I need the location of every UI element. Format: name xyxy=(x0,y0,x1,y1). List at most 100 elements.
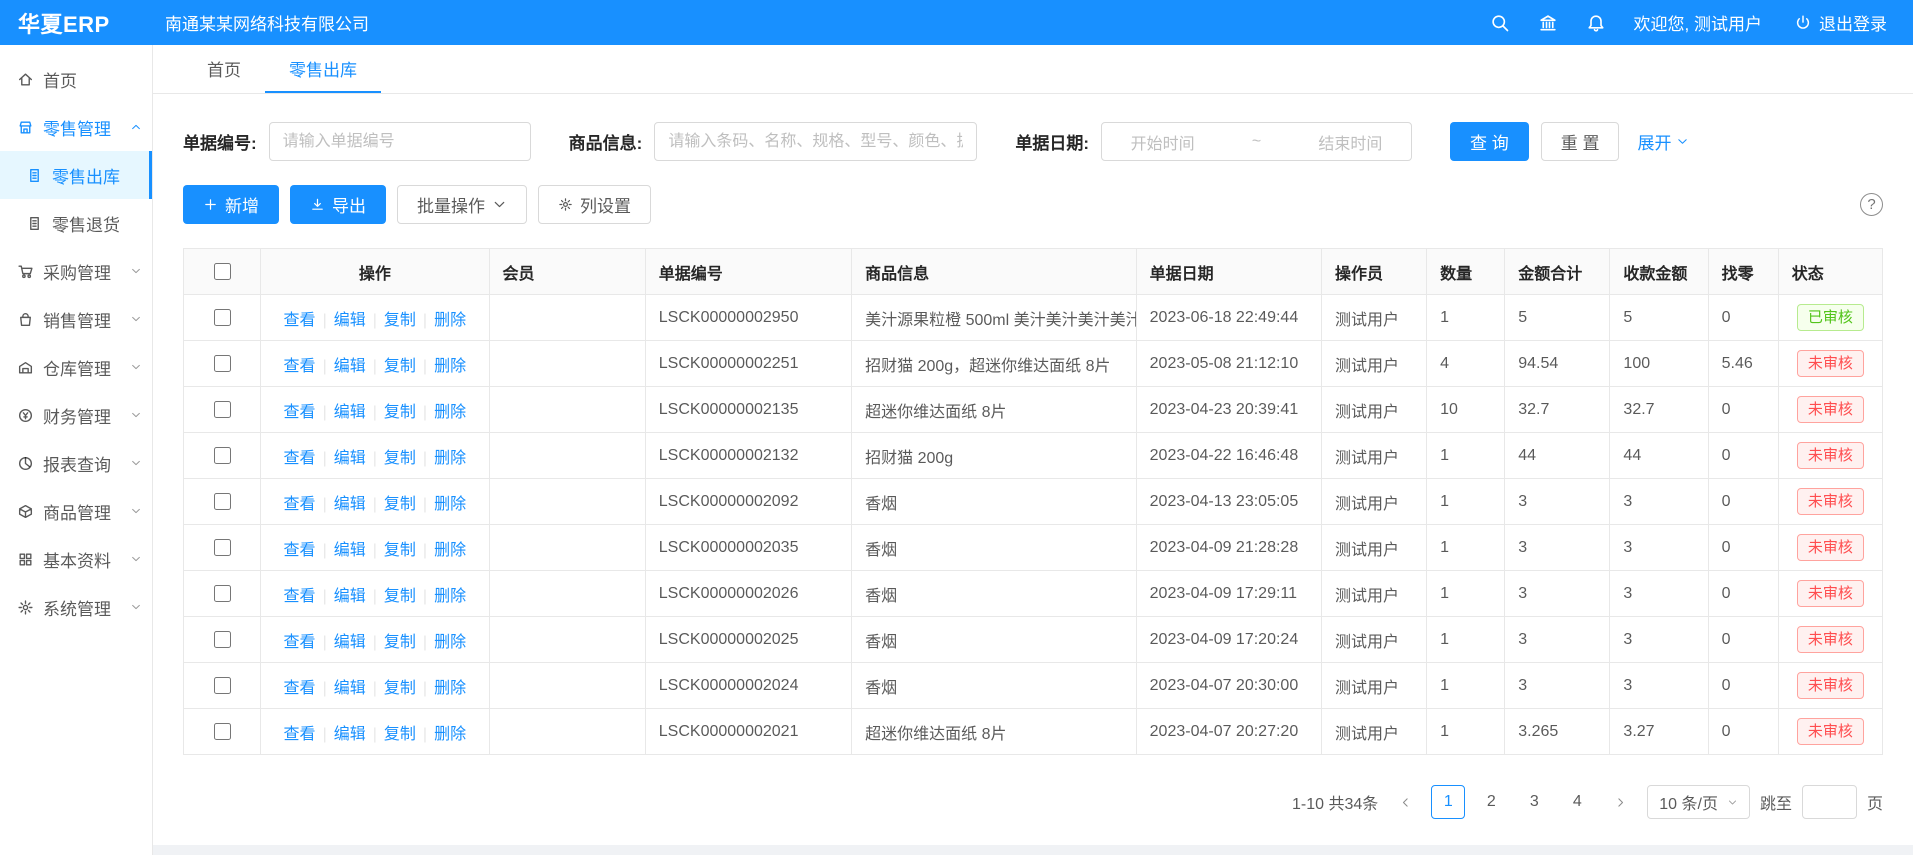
edit-link[interactable]: 编辑 xyxy=(334,358,366,375)
edit-link[interactable]: 编辑 xyxy=(334,680,366,697)
logout-button[interactable]: 退出登录 xyxy=(1794,10,1887,35)
page-button-4[interactable]: 4 xyxy=(1560,785,1594,819)
edit-link[interactable]: 编辑 xyxy=(334,450,366,467)
edit-link[interactable]: 编辑 xyxy=(334,542,366,559)
bank-icon[interactable] xyxy=(1538,13,1558,33)
pagination-total: 1-10 共34条 xyxy=(1292,790,1378,814)
sidebar-item-report-query[interactable]: 报表查询 xyxy=(0,439,152,487)
copy-link[interactable]: 复制 xyxy=(384,404,416,421)
date-cell: 2023-04-23 20:39:41 xyxy=(1136,387,1321,433)
delete-link[interactable]: 删除 xyxy=(434,404,466,421)
delete-link[interactable]: 删除 xyxy=(434,358,466,375)
row-checkbox[interactable] xyxy=(214,723,231,740)
copy-link[interactable]: 复制 xyxy=(384,496,416,513)
delete-link[interactable]: 删除 xyxy=(434,588,466,605)
row-checkbox[interactable] xyxy=(214,401,231,418)
product-info-input[interactable] xyxy=(654,122,977,161)
sidebar-item-purchase-management[interactable]: 采购管理 xyxy=(0,247,152,295)
chevron-down-icon xyxy=(130,505,142,517)
delete-link[interactable]: 删除 xyxy=(434,542,466,559)
copy-link[interactable]: 复制 xyxy=(384,680,416,697)
copy-link[interactable]: 复制 xyxy=(384,634,416,651)
page-size-select[interactable]: 10 条/页 xyxy=(1647,785,1750,819)
row-checkbox[interactable] xyxy=(214,585,231,602)
search-button[interactable]: 查 询 xyxy=(1450,122,1529,161)
edit-link[interactable]: 编辑 xyxy=(334,312,366,329)
next-page-button[interactable] xyxy=(1603,785,1637,819)
row-checkbox[interactable] xyxy=(214,355,231,372)
page-button-2[interactable]: 2 xyxy=(1474,785,1508,819)
status-badge: 未审核 xyxy=(1797,396,1864,424)
sidebar-item-home[interactable]: 首页 xyxy=(0,55,152,103)
view-link[interactable]: 查看 xyxy=(284,542,316,559)
sidebar-item-finance-management[interactable]: 财务管理 xyxy=(0,391,152,439)
reset-button[interactable]: 重 置 xyxy=(1541,122,1620,161)
tab-home[interactable]: 首页 xyxy=(183,45,265,93)
add-button[interactable]: 新增 xyxy=(183,185,279,224)
copy-link[interactable]: 复制 xyxy=(384,542,416,559)
copy-link[interactable]: 复制 xyxy=(384,588,416,605)
sidebar-item-system-management[interactable]: 系统管理 xyxy=(0,583,152,631)
edit-link[interactable]: 编辑 xyxy=(334,496,366,513)
delete-link[interactable]: 删除 xyxy=(434,496,466,513)
chevron-down-icon xyxy=(130,553,142,565)
received-cell: 3 xyxy=(1610,479,1708,525)
row-checkbox[interactable] xyxy=(214,493,231,510)
column-settings-button[interactable]: 列设置 xyxy=(538,185,651,224)
sidebar-item-retail-outbound[interactable]: 零售出库 xyxy=(0,151,152,199)
sidebar-item-basic-data[interactable]: 基本资料 xyxy=(0,535,152,583)
product-cell: 美汁源果粒橙 500ml 美汁美汁美汁美汁美... xyxy=(852,295,1137,341)
export-button[interactable]: 导出 xyxy=(290,185,386,224)
search-icon[interactable] xyxy=(1490,13,1510,33)
delete-link[interactable]: 删除 xyxy=(434,680,466,697)
view-link[interactable]: 查看 xyxy=(284,312,316,329)
copy-link[interactable]: 复制 xyxy=(384,450,416,467)
expand-link[interactable]: 展开 xyxy=(1637,129,1689,154)
product-cell: 香烟 xyxy=(852,571,1137,617)
batch-actions-button[interactable]: 批量操作 xyxy=(397,185,527,224)
prev-page-button[interactable] xyxy=(1388,785,1422,819)
row-checkbox[interactable] xyxy=(214,631,231,648)
edit-link[interactable]: 编辑 xyxy=(334,726,366,743)
help-icon[interactable]: ? xyxy=(1860,193,1883,216)
operator-cell: 测试用户 xyxy=(1321,295,1426,341)
jump-page-input[interactable] xyxy=(1802,785,1857,819)
view-link[interactable]: 查看 xyxy=(284,358,316,375)
edit-link[interactable]: 编辑 xyxy=(334,634,366,651)
sidebar-item-retail-management[interactable]: 零售管理 xyxy=(0,103,152,151)
view-link[interactable]: 查看 xyxy=(284,634,316,651)
row-checkbox[interactable] xyxy=(214,677,231,694)
delete-link[interactable]: 删除 xyxy=(434,312,466,329)
delete-link[interactable]: 删除 xyxy=(434,450,466,467)
view-link[interactable]: 查看 xyxy=(284,404,316,421)
product-cell: 香烟 xyxy=(852,663,1137,709)
row-checkbox[interactable] xyxy=(214,447,231,464)
delete-link[interactable]: 删除 xyxy=(434,634,466,651)
view-link[interactable]: 查看 xyxy=(284,496,316,513)
date-range-picker[interactable]: 开始时间 ~ 结束时间 xyxy=(1101,122,1412,161)
view-link[interactable]: 查看 xyxy=(284,588,316,605)
select-all-checkbox[interactable] xyxy=(214,263,231,280)
total-cell: 3 xyxy=(1505,571,1610,617)
page-button-1[interactable]: 1 xyxy=(1431,785,1465,819)
sidebar-item-retail-return[interactable]: 零售退货 xyxy=(0,199,152,247)
sidebar-item-warehouse-management[interactable]: 仓库管理 xyxy=(0,343,152,391)
view-link[interactable]: 查看 xyxy=(284,726,316,743)
sidebar-item-goods-management[interactable]: 商品管理 xyxy=(0,487,152,535)
page-button-3[interactable]: 3 xyxy=(1517,785,1551,819)
bell-icon[interactable] xyxy=(1586,13,1606,33)
copy-link[interactable]: 复制 xyxy=(384,726,416,743)
tab-retail-outbound[interactable]: 零售出库 xyxy=(265,45,381,93)
view-link[interactable]: 查看 xyxy=(284,680,316,697)
row-checkbox[interactable] xyxy=(214,539,231,556)
sidebar-item-sales-management[interactable]: 销售管理 xyxy=(0,295,152,343)
operator-cell: 测试用户 xyxy=(1321,571,1426,617)
edit-link[interactable]: 编辑 xyxy=(334,404,366,421)
copy-link[interactable]: 复制 xyxy=(384,312,416,329)
copy-link[interactable]: 复制 xyxy=(384,358,416,375)
doc-no-input[interactable] xyxy=(269,122,531,161)
edit-link[interactable]: 编辑 xyxy=(334,588,366,605)
view-link[interactable]: 查看 xyxy=(284,450,316,467)
delete-link[interactable]: 删除 xyxy=(434,726,466,743)
row-checkbox[interactable] xyxy=(214,309,231,326)
